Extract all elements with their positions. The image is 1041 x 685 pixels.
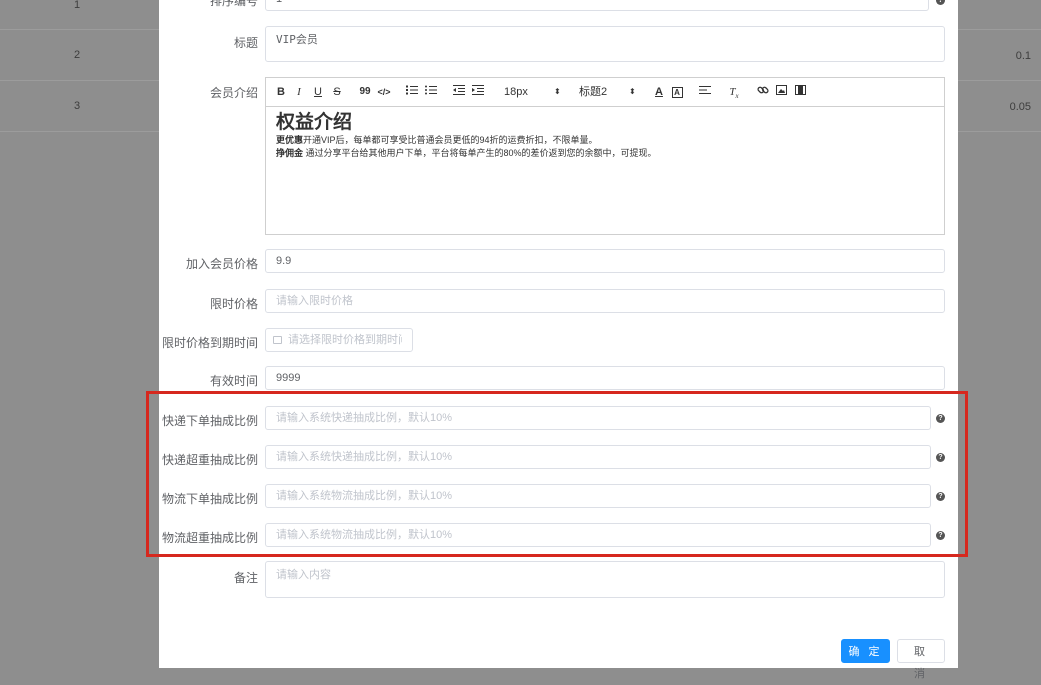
row-index: 2 [74, 49, 81, 61]
editor-content[interactable]: 权益介绍 更优惠开通VIP后，每单都可享受比普通会员更低的94折的运费折扣，不限… [276, 112, 936, 160]
row-value: 0.05 [1009, 101, 1031, 113]
express-order-ratio-input[interactable] [265, 406, 931, 430]
limited-price-label: 限时价格 [209, 297, 258, 311]
title-textarea[interactable]: VIP会员 [265, 26, 945, 62]
express-overweight-ratio-input[interactable] [265, 445, 931, 469]
edit-member-dialog: 排序编号 ? 标题 VIP会员 会员介绍 B I U S 99 </> [159, 0, 958, 680]
editor-paragraph: 更优惠开通VIP后，每单都可享受比普通会员更低的94折的运费折扣，不限单量。 [276, 134, 936, 147]
sort-number-input[interactable] [265, 0, 929, 11]
rich-text-editor: B I U S 99 </> 18px ⬍ 标题2 ⬍ A A Tx 权益介绍 … [265, 77, 945, 235]
logistics-overweight-ratio-input[interactable] [265, 523, 931, 547]
underline-button[interactable]: U [311, 84, 325, 100]
paragraph-bold: 挣佣金 [276, 148, 304, 158]
express-overweight-ratio-label: 快递超重抽成比例 [161, 453, 258, 467]
link-icon[interactable] [756, 84, 770, 100]
confirm-button[interactable]: 确 定 [841, 639, 890, 663]
remark-label: 备注 [233, 571, 258, 585]
italic-button[interactable]: I [292, 84, 306, 100]
clear-format-icon[interactable]: Tx [727, 84, 741, 100]
ordered-list-icon[interactable] [405, 84, 419, 100]
code-block-button[interactable]: </> [377, 84, 391, 100]
help-icon[interactable]: ? [936, 414, 945, 423]
valid-time-input[interactable] [265, 366, 945, 390]
limited-expiry-date-picker[interactable] [265, 328, 413, 352]
image-icon[interactable] [774, 84, 788, 100]
bullet-list-icon[interactable] [424, 84, 438, 100]
limited-price-input[interactable] [265, 289, 945, 313]
paragraph-text: 通过分享平台给其他用户下单，平台将每单产生的80%的差价返到您的余额中，可提现。 [303, 148, 657, 158]
calendar-icon [273, 336, 282, 344]
font-size-value: 18px [504, 86, 528, 98]
outdent-icon[interactable] [452, 84, 466, 100]
remark-textarea[interactable] [265, 561, 945, 598]
valid-time-label: 有效时间 [209, 374, 258, 388]
strike-button[interactable]: S [330, 84, 344, 100]
blockquote-button[interactable]: 99 [358, 84, 372, 100]
background-color-icon[interactable]: A [670, 84, 684, 100]
select-arrow-icon: ⬍ [554, 87, 561, 96]
row-index: 3 [74, 100, 81, 112]
header-value: 标题2 [579, 86, 608, 98]
font-size-select[interactable]: 18px ⬍ [504, 84, 564, 100]
indent-icon[interactable] [471, 84, 485, 100]
editor-toolbar: B I U S 99 </> 18px ⬍ 标题2 ⬍ A A Tx [266, 78, 944, 107]
title-label: 标题 [233, 36, 258, 50]
express-order-ratio-label: 快递下单抽成比例 [161, 414, 258, 428]
logistics-order-ratio-label: 物流下单抽成比例 [161, 492, 258, 506]
bold-button[interactable]: B [274, 84, 288, 100]
intro-label: 会员介绍 [209, 86, 258, 100]
font-color-icon[interactable]: A [652, 84, 666, 100]
help-icon[interactable]: ? [936, 531, 945, 540]
paragraph-text: 开通VIP后，每单都可享受比普通会员更低的94折的运费折扣，不限单量。 [303, 135, 598, 145]
logistics-order-ratio-input[interactable] [265, 484, 931, 508]
sort-number-label: 排序编号 [209, 0, 258, 8]
row-value: 0.1 [1015, 50, 1031, 62]
align-icon[interactable] [698, 84, 712, 100]
editor-heading: 权益介绍 [276, 112, 353, 133]
limited-expiry-label: 限时价格到期时间 [161, 336, 258, 350]
row-index: 1 [74, 0, 81, 11]
help-icon[interactable]: ? [936, 0, 945, 5]
header-select[interactable]: 标题2 ⬍ [579, 84, 639, 100]
select-arrow-icon: ⬍ [629, 87, 636, 96]
logistics-overweight-ratio-label: 物流超重抽成比例 [161, 531, 258, 545]
help-icon[interactable]: ? [936, 492, 945, 501]
editor-paragraph: 挣佣金 通过分享平台给其他用户下单，平台将每单产生的80%的差价返到您的余额中，… [276, 147, 936, 160]
help-icon[interactable]: ? [936, 453, 945, 462]
paragraph-bold: 更优惠 [276, 135, 304, 145]
join-price-label: 加入会员价格 [185, 257, 258, 271]
video-icon[interactable] [793, 84, 807, 100]
cancel-button[interactable]: 取 消 [897, 639, 945, 680]
join-price-input[interactable] [265, 249, 945, 273]
